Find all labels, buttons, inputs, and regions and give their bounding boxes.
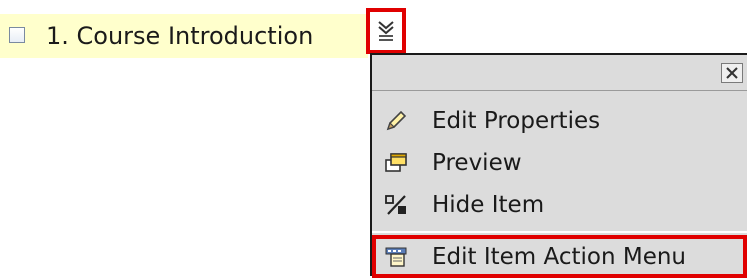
menu-item-preview[interactable]: Preview (372, 141, 747, 185)
item-action-menu: Edit Properties Preview Hide Item Edit I… (370, 53, 747, 278)
menu-item-edit-properties[interactable]: Edit Properties (372, 99, 747, 143)
item-action-menu-button[interactable] (366, 8, 406, 54)
menu-item-edit-item-action-menu[interactable]: Edit Item Action Menu (372, 235, 747, 278)
close-icon (726, 67, 738, 79)
menu-item-label: Preview (432, 150, 522, 176)
menu-item-label: Hide Item (432, 192, 545, 218)
pencil-icon (386, 110, 407, 131)
menu-item-label: Edit Item Action Menu (432, 244, 687, 270)
menu-divider (372, 231, 747, 233)
menu-item-hide-item[interactable]: Hide Item (372, 183, 747, 227)
course-item-title[interactable]: 1. Course Introduction (46, 20, 313, 52)
menu-close-button[interactable] (721, 63, 743, 83)
course-item-row: 1. Course Introduction (0, 14, 368, 58)
action-menu-icon (378, 21, 394, 41)
hide-item-icon (385, 195, 406, 215)
menu-item-label: Edit Properties (432, 108, 601, 134)
menu-editor-icon (385, 247, 407, 267)
item-checkbox[interactable] (9, 27, 25, 43)
preview-window-icon (385, 153, 407, 172)
menu-header (372, 55, 747, 91)
